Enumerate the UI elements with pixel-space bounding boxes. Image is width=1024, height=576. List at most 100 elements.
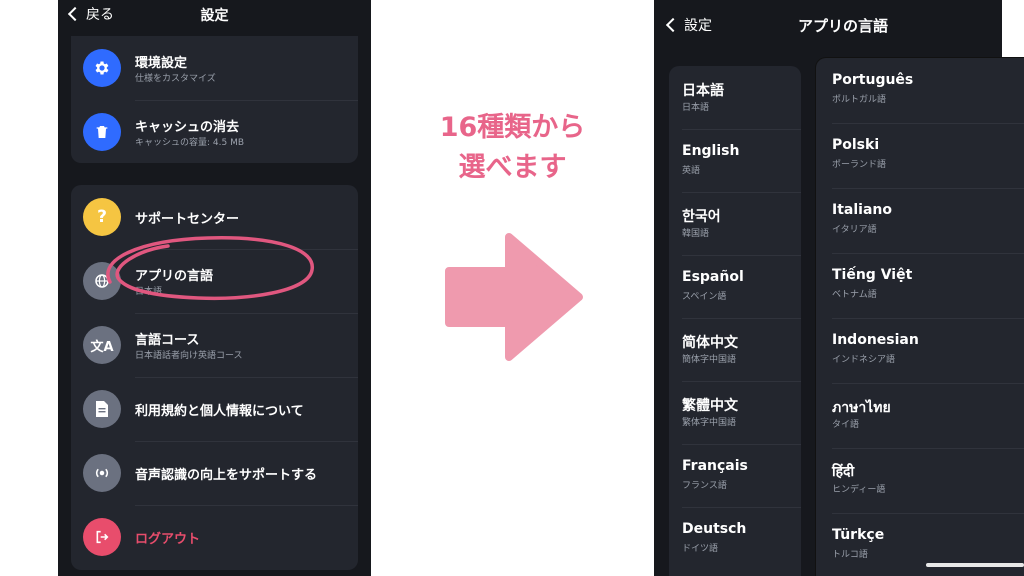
language-item-ko[interactable]: 한국어 韓国語 [669, 192, 801, 255]
settings-item-terms[interactable]: 利用規約と個人情報について [71, 377, 358, 441]
language-sub: 韓国語 [682, 229, 710, 239]
nav-bar: 戻る 設定 [58, 0, 371, 32]
language-name: Français [682, 458, 748, 474]
settings-item-sub: 仕様をカスタマイズ [135, 74, 216, 84]
divider [832, 448, 1024, 449]
language-name: हिंदी [832, 464, 855, 480]
language-item-fr[interactable]: Français フランス語 [669, 444, 801, 507]
language-name: Español [682, 269, 744, 285]
settings-item-label: 音声認識の向上をサポートする [135, 468, 318, 483]
settings-item-preferences[interactable]: 環境設定 仕様をカスタマイズ [71, 36, 358, 100]
language-item-es[interactable]: Español スペイン語 [669, 255, 801, 318]
settings-item-sub: 日本語話者向け英語コース [135, 351, 243, 361]
language-sub: フランス語 [682, 481, 727, 491]
settings-item-voice-recognition[interactable]: 音声認識の向上をサポートする [71, 441, 358, 505]
divider [832, 253, 1024, 254]
language-item-hi[interactable]: हिंदी ヒンディー語 [816, 448, 1024, 511]
language-list-continued: Português ポルトガル語 Polski ポーランド語 Italiano … [816, 58, 1024, 576]
language-item-en[interactable]: English 英語 [669, 129, 801, 192]
divider [135, 377, 358, 378]
divider [832, 383, 1024, 384]
language-item-de[interactable]: Deutsch ドイツ語 [669, 507, 801, 570]
language-sub: イタリア語 [832, 225, 877, 235]
divider [832, 513, 1024, 514]
divider [832, 318, 1024, 319]
language-sub: 英語 [682, 166, 701, 176]
divider [682, 381, 801, 382]
language-sub: インドネシア語 [832, 355, 896, 365]
nav-bar: 設定 アプリの言語 [654, 0, 1002, 52]
settings-screen: 戻る 設定 環境設定 仕様をカスタマイズ キャッシュの消去 キャッシュの容量: … [58, 0, 371, 576]
language-name: Polski [832, 137, 880, 153]
settings-item-language-course[interactable]: 文A 言語コース 日本語話者向け英語コース [71, 313, 358, 377]
language-name: 繁體中文 [682, 398, 738, 414]
document-icon [83, 390, 121, 428]
language-name: 한국어 [682, 209, 721, 225]
language-sub: トルコ語 [832, 550, 868, 560]
settings-item-label: 環境設定 [135, 56, 188, 71]
language-item-it[interactable]: Italiano イタリア語 [816, 188, 1024, 251]
logout-label: ログアウト [135, 532, 201, 547]
language-item-vi[interactable]: Tiếng Việt ベトナム語 [816, 253, 1024, 316]
language-name: Português [832, 72, 914, 88]
language-sub: 繁体字中国語 [682, 418, 737, 428]
highlight-circle [106, 236, 314, 301]
language-name: Türkçe [832, 527, 885, 543]
language-item-id[interactable]: Indonesian インドネシア語 [816, 318, 1024, 381]
settings-group-general: 環境設定 仕様をカスタマイズ キャッシュの消去 キャッシュの容量: 4.5 MB [71, 36, 358, 163]
divider [682, 318, 801, 319]
logout-button[interactable]: ログアウト [71, 505, 358, 569]
language-item-th[interactable]: ภาษาไทย タイ語 [816, 383, 1024, 446]
language-sub: ポルトガル語 [832, 95, 887, 105]
page-title: アプリの言語 [797, 17, 888, 35]
divider [832, 188, 1024, 189]
language-item-pl[interactable]: Polski ポーランド語 [816, 123, 1024, 186]
divider [682, 129, 801, 130]
language-sub: ポーランド語 [832, 160, 887, 170]
divider [682, 192, 801, 193]
gear-icon [83, 49, 121, 87]
divider [135, 441, 358, 442]
divider [832, 123, 1024, 124]
translate-icon: 文A [83, 326, 121, 364]
language-item-zh-hans[interactable]: 简体中文 簡体字中国語 [669, 318, 801, 381]
language-item-pt[interactable]: Português ポルトガル語 [816, 58, 1024, 121]
language-name: ภาษาไทย [832, 400, 891, 416]
language-item-ja[interactable]: 日本語 日本語 [669, 66, 801, 129]
settings-item-clear-cache[interactable]: キャッシュの消去 キャッシュの容量: 4.5 MB [71, 100, 358, 163]
divider [682, 255, 801, 256]
language-name: 日本語 [682, 83, 724, 99]
language-sub: 日本語 [682, 103, 710, 113]
trash-icon [83, 113, 121, 151]
language-sub: タイ語 [832, 420, 860, 430]
language-name: Indonesian [832, 332, 919, 348]
language-list: 日本語 日本語 English 英語 한국어 韓国語 Español スペイン語… [669, 66, 801, 576]
language-item-zh-hant[interactable]: 繁體中文 繁体字中国語 [669, 381, 801, 444]
language-sub: ベトナム語 [832, 290, 877, 300]
home-indicator [926, 563, 1024, 567]
language-sub: ヒンディー語 [832, 485, 886, 495]
language-name: English [682, 143, 740, 159]
divider [135, 100, 358, 101]
language-sub: 簡体字中国語 [682, 355, 737, 365]
settings-item-label: 言語コース [135, 333, 200, 348]
settings-item-label: サポートセンター [135, 212, 240, 227]
caption-line2: 選べます [458, 152, 567, 183]
settings-item-label: キャッシュの消去 [135, 120, 240, 135]
divider [682, 444, 801, 445]
logout-icon [83, 518, 121, 556]
language-name: 简体中文 [682, 335, 738, 351]
right-arrow-icon [445, 233, 583, 361]
divider [135, 313, 358, 314]
language-name: Deutsch [682, 521, 747, 537]
language-name: Italiano [832, 202, 892, 218]
language-sub: ドイツ語 [682, 544, 719, 554]
settings-item-label: 利用規約と個人情報について [135, 404, 304, 419]
settings-item-sub: キャッシュの容量: 4.5 MB [135, 138, 245, 148]
language-name: Tiếng Việt [832, 267, 913, 283]
page-title: 設定 [200, 8, 229, 24]
divider [135, 505, 358, 506]
language-sub: スペイン語 [682, 292, 727, 302]
caption-line1: 16種類から [439, 112, 586, 143]
caption: 16種類から 選べます [410, 108, 615, 188]
